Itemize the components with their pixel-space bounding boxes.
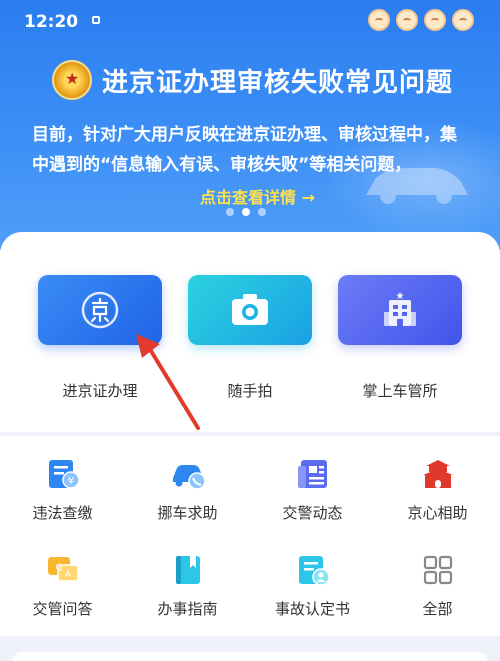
- mascot-icon: [424, 9, 446, 31]
- banner-text: 目前，针对广大用户反映在进京证办理、审核过程中，集中遇到的“信息输入有误、审核失…: [32, 125, 457, 175]
- svg-text:A: A: [64, 570, 71, 580]
- grid-item-guide[interactable]: 办事指南: [125, 552, 250, 619]
- accident-report-icon: [298, 556, 330, 586]
- grid-item-qa[interactable]: Q A 交管问答: [0, 552, 125, 619]
- next-section-card: [12, 652, 488, 661]
- move-car-icon: [172, 465, 206, 490]
- grid-item-traffic-news[interactable]: 交警动态: [250, 456, 375, 523]
- grid-label: 全部: [422, 600, 453, 618]
- banner-title-row: 进京证办理审核失败常见问题: [52, 60, 453, 100]
- grid-label: 事故认定书: [274, 600, 350, 618]
- grid-label: 办事指南: [157, 600, 218, 618]
- status-mascot-icons: [368, 9, 474, 31]
- guide-book-icon: [175, 556, 200, 584]
- building-icon: ★: [384, 291, 416, 326]
- fine-payment-icon: ¥: [48, 460, 80, 489]
- police-emblem-icon: [52, 60, 92, 100]
- grid-item-jingxin[interactable]: 京心相助: [375, 456, 500, 523]
- vehicle-admin-label: 掌上车管所: [362, 382, 438, 400]
- grid-label: 挪车求助: [157, 504, 218, 522]
- svg-text:★: ★: [396, 291, 405, 302]
- grid-all-icon: [423, 555, 452, 585]
- mascot-icon: [396, 9, 418, 31]
- news-icon: [297, 460, 327, 488]
- grid-item-all[interactable]: 全部: [375, 552, 500, 619]
- jing-seal-icon: [81, 291, 119, 329]
- mascot-icon: [452, 9, 474, 31]
- red-pointer-arrow: [136, 334, 200, 430]
- grid-item-accident-report[interactable]: 事故认定书: [250, 552, 375, 619]
- mascot-icon: [368, 9, 390, 31]
- grid-label: 交管问答: [32, 600, 93, 618]
- notification-icon: [92, 16, 100, 24]
- svg-text:¥: ¥: [67, 476, 73, 487]
- grid-item-fines[interactable]: ¥ 违法查缴: [0, 456, 125, 523]
- banner-title: 进京证办理审核失败常见问题: [102, 67, 454, 98]
- service-grid: ¥ 违法查缴 挪车求助 交警动态 京心相助 Q A 交管问答 办事指南 事故认定…: [0, 436, 500, 636]
- qa-icon: Q A: [47, 557, 79, 582]
- carousel-dot[interactable]: [258, 208, 266, 216]
- status-time: 12:20: [24, 12, 79, 32]
- tiananmen-icon: [422, 460, 453, 488]
- camera-icon: [232, 294, 268, 325]
- status-bar: 12:20: [0, 0, 500, 44]
- grid-label: 违法查缴: [32, 504, 93, 522]
- grid-label: 交警动态: [282, 504, 343, 522]
- carousel-indicator: [226, 208, 266, 216]
- banner-details-link[interactable]: 点击查看详情 →: [200, 184, 315, 208]
- vehicle-admin-tile[interactable]: ★: [338, 275, 462, 345]
- carousel-dot[interactable]: [226, 208, 234, 216]
- promo-banner[interactable]: 12:20 进京证办理审核失败常见问题 目前，针对广大用户反映在进京证办理、审核…: [0, 0, 500, 250]
- carousel-dot-active[interactable]: [242, 208, 250, 216]
- svg-text:Q: Q: [55, 563, 62, 573]
- grid-label: 京心相助: [407, 504, 468, 522]
- grid-item-move-car[interactable]: 挪车求助: [125, 456, 250, 523]
